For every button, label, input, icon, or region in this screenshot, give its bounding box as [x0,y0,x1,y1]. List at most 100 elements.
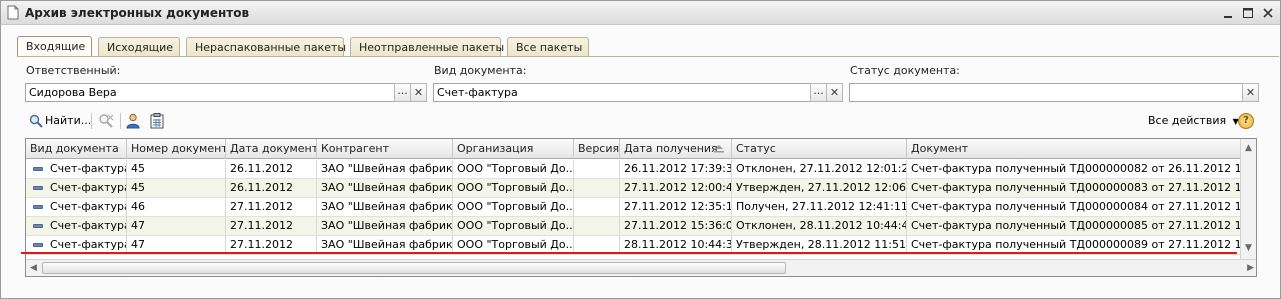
cell-doc-date: 26.11.2012 [226,179,317,198]
table-row[interactable]: Счет-фактура 45 26.11.2012 ЗАО "Швейная фаб… [26,179,1242,198]
column-header-document[interactable]: Документ [907,139,1242,159]
table-row[interactable]: Счет-фактура 47 27.11.2012 ЗАО "Швейная фаб… [26,217,1242,236]
minimize-icon[interactable] [1220,5,1236,21]
responsible-field[interactable]: Сидорова Вера [25,83,395,102]
documents-table: Вид документа Номер документа Дата докум… [25,138,1257,277]
column-header-organization[interactable]: Организация [453,139,574,159]
column-header-counterparty[interactable]: Контрагент [317,139,453,159]
cell-organization: ООО "Торговый До... [453,179,574,198]
column-header-version[interactable]: Версия [574,139,620,159]
cell-document: Счет-фактура полученный ТД000000084 от 2… [907,198,1242,217]
doc-type-field[interactable]: Счет-фактура [433,83,811,102]
doc-status-field[interactable] [849,83,1243,102]
horizontal-scroll-thumb[interactable] [42,262,786,274]
document-row-icon [33,186,43,190]
cell-counterparty-text: ЗАО "Швейная фабрика" [321,238,453,251]
cell-doc-number-text: 47 [131,238,145,251]
find-label: Найти... [45,114,92,127]
close-icon[interactable] [1260,5,1276,21]
cell-doc-date-text: 26.11.2012 [230,162,293,175]
column-header-doc-type[interactable]: Вид документа [26,139,127,159]
horizontal-scrollbar[interactable]: ◀ ▶ [26,259,1256,276]
cell-doc-number: 45 [127,160,226,179]
scroll-right-icon[interactable]: ▶ [1247,263,1254,273]
cell-received-date: 27.11.2012 12:00:49 [620,179,732,198]
tab-unsent-packages[interactable]: Неотправленные пакеты [350,37,504,57]
tab-incoming[interactable]: Входящие [17,36,92,57]
tab-outgoing[interactable]: Исходящие [98,37,180,57]
doc-status-label: Статус документа: [850,64,960,77]
tab-divider [17,56,1279,57]
table-row[interactable]: Счет-фактура 46 27.11.2012 ЗАО "Швейная фаб… [26,198,1242,217]
toolbar-separator [91,113,92,129]
tab-unpacked-packages[interactable]: Нераспакованные пакеты [186,37,346,57]
scroll-down-icon[interactable]: ▼ [1245,243,1252,253]
help-button[interactable]: ? [1238,111,1254,131]
cell-counterparty: ЗАО "Швейная фабрика" [317,217,453,236]
cell-doc-type-text: Счет-фактура [50,238,127,251]
all-actions-label: Все действия [1148,114,1227,127]
cell-document: Счет-фактура полученный ТД000000083 от 2… [907,179,1242,198]
column-header-doc-date[interactable]: Дата документа [226,139,317,159]
document-row-icon [33,243,43,247]
document-row-icon [33,205,43,209]
responsible-select-button[interactable]: ... [394,83,411,102]
cell-document-text: Счет-фактура полученный ТД000000089 от 2… [911,238,1242,251]
cell-document: Счет-фактура полученный ТД000000082 от 2… [907,160,1242,179]
cell-doc-date-text: 27.11.2012 [230,238,293,251]
cell-doc-date: 27.11.2012 [226,217,317,236]
cell-received-date-text: 27.11.2012 15:36:09 [624,219,732,232]
cell-status: Отклонен, 28.11.2012 10:44:43 [732,217,907,236]
cancel-search-icon [99,114,114,128]
window-title: Архив электронных документов [25,6,250,20]
tab-all-packages[interactable]: Все пакеты [507,37,589,57]
maximize-icon[interactable] [1240,5,1256,21]
cell-doc-date: 26.11.2012 [226,160,317,179]
cell-counterparty-text: ЗАО "Швейная фабрика" [321,181,453,194]
cell-doc-type: Счет-фактура [26,160,127,179]
column-header-status[interactable]: Статус [732,139,907,159]
responsible-user-button[interactable] [126,111,140,131]
cell-status: Получен, 27.11.2012 12:41:11 [732,198,907,217]
table-row[interactable]: Счет-фактура 45 26.11.2012 ЗАО "Швейная фаб… [26,160,1242,179]
cell-doc-number: 45 [127,179,226,198]
cell-organization: ООО "Торговый До... [453,160,574,179]
document-row-icon [33,167,43,171]
cell-received-date: 27.11.2012 15:36:09 [620,217,732,236]
all-actions-menu[interactable]: Все действия ▼ [1148,111,1239,131]
doc-type-clear-button[interactable]: ✕ [826,83,843,102]
cell-version [574,217,620,236]
cell-doc-type-text: Счет-фактура [50,181,127,194]
cancel-search-button[interactable] [98,111,114,131]
cell-document-text: Счет-фактура полученный ТД000000083 от 2… [911,181,1242,194]
column-header-doc-number[interactable]: Номер документа [127,139,226,159]
cell-doc-type-text: Счет-фактура [50,162,127,175]
cell-doc-type-text: Счет-фактура [50,219,127,232]
cell-doc-number: 46 [127,198,226,217]
document-icon [7,5,19,20]
cell-received-date-text: 27.11.2012 12:35:16 [624,200,732,213]
scroll-up-icon[interactable]: ▲ [1245,143,1252,153]
cell-counterparty-text: ЗАО "Швейная фабрика" [321,200,453,213]
cell-doc-type-text: Счет-фактура [50,200,127,213]
scroll-left-icon[interactable]: ◀ [30,263,37,273]
cell-doc-date: 27.11.2012 [226,198,317,217]
cell-document-text: Счет-фактура полученный ТД000000084 от 2… [911,200,1242,213]
report-button[interactable] [149,111,165,131]
responsible-clear-button[interactable]: ✕ [410,83,427,102]
toolbar-separator [120,113,121,129]
cell-organization-text: ООО "Торговый До... [457,238,574,251]
cell-counterparty: ЗАО "Швейная фабрика" [317,179,453,198]
received-date-label: Дата получения [624,142,718,155]
cell-received-date-text: 28.11.2012 10:44:34 [624,238,732,251]
column-header-received-date[interactable]: Дата получения [620,139,732,159]
cell-document-text: Счет-фактура полученный ТД000000082 от 2… [911,162,1242,175]
doc-type-select-button[interactable]: ... [810,83,827,102]
clipboard-icon [150,113,164,129]
doc-type-label: Вид документа: [434,64,527,77]
doc-status-clear-button[interactable]: ✕ [1242,83,1259,102]
cell-document: Счет-фактура полученный ТД000000085 от 2… [907,217,1242,236]
vertical-scrollbar[interactable]: ▲ ▼ [1240,139,1256,260]
cell-status-text: Утвержден, 28.11.2012 11:51:44 [736,238,907,251]
cell-received-date-text: 27.11.2012 12:00:49 [624,181,732,194]
